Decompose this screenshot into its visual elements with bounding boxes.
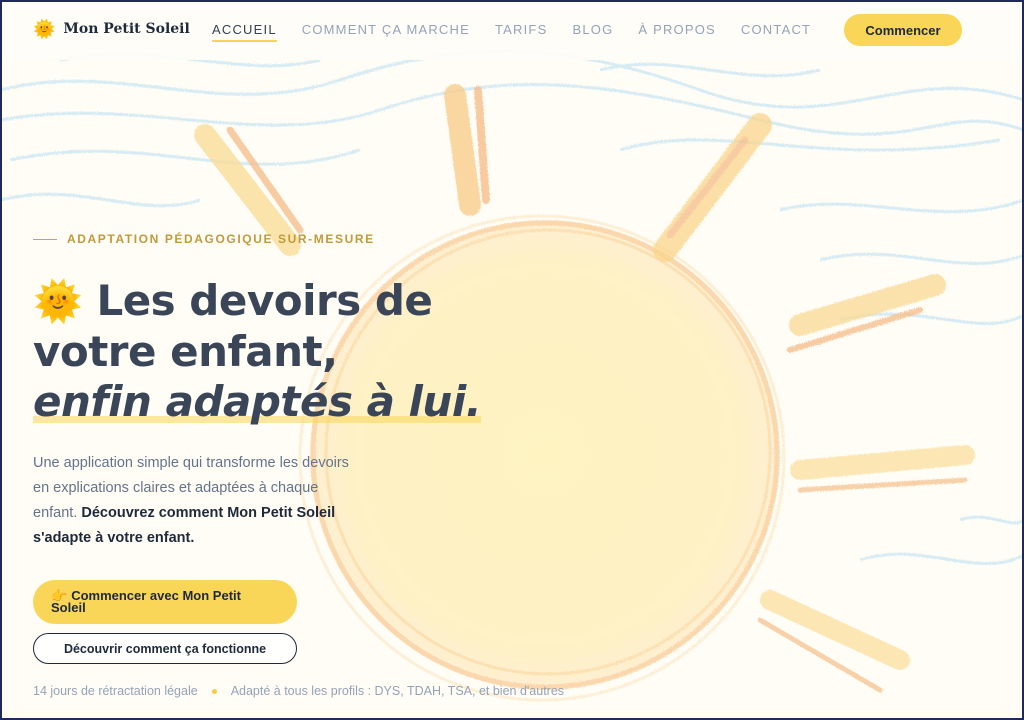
nav-links: ACCUEIL COMMENT ÇA MARCHE TARIFS BLOG À … — [212, 22, 836, 42]
sun-logo-icon: 🌞 — [33, 19, 56, 39]
start-with-mon-petit-soleil-button[interactable]: 👉 Commencer avec Mon Petit Soleil — [33, 580, 297, 624]
top-navigation-bar: 🌞 Mon Petit Soleil ACCUEIL COMMENT ÇA MA… — [0, 0, 1024, 60]
headline-line-3-highlight: enfin adaptés à lui. — [33, 377, 482, 427]
hero-description: Une application simple qui transforme le… — [33, 451, 353, 551]
footnote-withdrawal: 14 jours de rétractation légale — [33, 684, 198, 698]
brand-name: Mon Petit Soleil — [63, 21, 190, 37]
eyebrow-divider — [33, 238, 57, 240]
nav-link-tarifs[interactable]: TARIFS — [495, 22, 547, 42]
eyebrow-text: ADAPTATION PÉDAGOGIQUE SUR-MESURE — [67, 232, 375, 246]
hero-headline: 🌞 Les devoirs de votre enfant, enfin ada… — [33, 276, 482, 427]
nav-link-blog[interactable]: BLOG — [572, 22, 613, 42]
sun-face-icon: 🌞 — [33, 279, 83, 325]
nav-link-comment-ca-marche[interactable]: COMMENT ÇA MARCHE — [302, 22, 470, 42]
primary-button-label: Commencer avec Mon Petit Soleil — [51, 588, 241, 615]
hero-eyebrow: ADAPTATION PÉDAGOGIQUE SUR-MESURE — [33, 232, 375, 246]
hero-footnote: 14 jours de rétractation légale Adapté à… — [33, 684, 564, 698]
description-strong-text: Découvrez comment Mon Petit Soleil s'ada… — [33, 505, 336, 546]
separator-dot — [211, 688, 217, 694]
discover-how-it-works-button[interactable]: Découvrir comment ça fonctionne — [33, 633, 297, 664]
nav-start-button[interactable]: Commencer — [844, 14, 962, 46]
footnote-profiles: Adapté à tous les profils : DYS, TDAH, T… — [230, 684, 565, 698]
nav-link-contact[interactable]: CONTACT — [741, 22, 811, 42]
nav-link-accueil[interactable]: ACCUEIL — [212, 22, 277, 42]
brand-logo-link[interactable]: 🌞 Mon Petit Soleil — [33, 19, 190, 39]
headline-line-1: Les devoirs de — [96, 276, 433, 325]
nav-link-a-propos[interactable]: À PROPOS — [638, 22, 716, 42]
headline-line-2: votre enfant, — [33, 327, 338, 376]
